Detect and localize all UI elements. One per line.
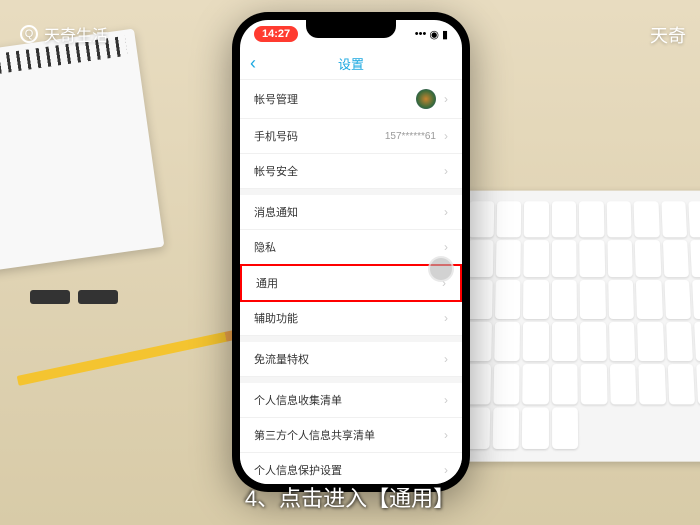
assistive-touch-icon[interactable] — [428, 256, 454, 282]
row-label: 隐私 — [254, 239, 276, 255]
row-label: 第三方个人信息共享清单 — [254, 427, 375, 443]
back-button[interactable]: ‹ — [250, 53, 256, 74]
row-label: 辅助功能 — [254, 310, 298, 326]
battery-icon: ▮ — [442, 28, 448, 41]
tutorial-caption: 4、点击进入【通用】 — [0, 481, 700, 513]
signal-icon: ••• — [415, 28, 427, 40]
row-privacy[interactable]: 隐私 › — [240, 230, 462, 265]
chevron-right-icon: › — [444, 393, 448, 407]
row-security[interactable]: 帐号安全 › — [240, 154, 462, 189]
watermark-right: 天奇 — [650, 22, 686, 48]
row-label: 消息通知 — [254, 204, 298, 220]
clips-prop — [30, 290, 118, 304]
row-label: 手机号码 — [254, 128, 298, 144]
watermark-logo-icon: Q — [20, 25, 38, 43]
row-datafree[interactable]: 免流量特权 › — [240, 336, 462, 377]
phone-frame: 14:27 ••• ◉ ▮ ‹ 设置 帐号管理 › 手机号码 157******… — [232, 12, 470, 492]
row-account[interactable]: 帐号管理 › — [240, 80, 462, 119]
row-value: 157******61 — [385, 131, 436, 142]
nav-header: ‹ 设置 — [240, 48, 462, 80]
row-label: 通用 — [256, 275, 278, 291]
phone-notch — [306, 20, 396, 38]
row-label: 个人信息保护设置 — [254, 462, 342, 478]
status-time: 14:27 — [254, 26, 298, 42]
phone-screen: 14:27 ••• ◉ ▮ ‹ 设置 帐号管理 › 手机号码 157******… — [240, 20, 462, 484]
chevron-right-icon: › — [444, 428, 448, 442]
row-label: 帐号管理 — [254, 91, 298, 107]
row-label: 个人信息收集清单 — [254, 392, 342, 408]
watermark-left: Q 天奇生活 — [20, 22, 108, 46]
row-protect[interactable]: 个人信息保护设置 › — [240, 453, 462, 484]
avatar-icon — [416, 89, 436, 109]
wifi-icon: ◉ — [429, 28, 439, 41]
page-title: 设置 — [338, 54, 364, 73]
row-label: 帐号安全 — [254, 163, 298, 179]
row-notification[interactable]: 消息通知 › — [240, 189, 462, 230]
chevron-right-icon: › — [444, 92, 448, 106]
row-label: 免流量特权 — [254, 351, 309, 367]
row-thirdparty[interactable]: 第三方个人信息共享清单 › — [240, 418, 462, 453]
chevron-right-icon: › — [444, 129, 448, 143]
chevron-right-icon: › — [444, 352, 448, 366]
chevron-right-icon: › — [444, 311, 448, 325]
chevron-right-icon: › — [444, 164, 448, 178]
chevron-right-icon: › — [444, 205, 448, 219]
chevron-right-icon: › — [444, 240, 448, 254]
status-icons: ••• ◉ ▮ — [415, 28, 448, 41]
watermark-left-text: 天奇生活 — [44, 22, 108, 46]
row-collect[interactable]: 个人信息收集清单 › — [240, 377, 462, 418]
settings-list[interactable]: 帐号管理 › 手机号码 157******61 › 帐号安全 › 消息通知 › 隐… — [240, 80, 462, 484]
row-accessibility[interactable]: 辅助功能 › — [240, 301, 462, 336]
watermark-right-text: 天奇 — [650, 26, 686, 46]
chevron-right-icon: › — [444, 463, 448, 477]
row-phone[interactable]: 手机号码 157******61 › — [240, 119, 462, 154]
